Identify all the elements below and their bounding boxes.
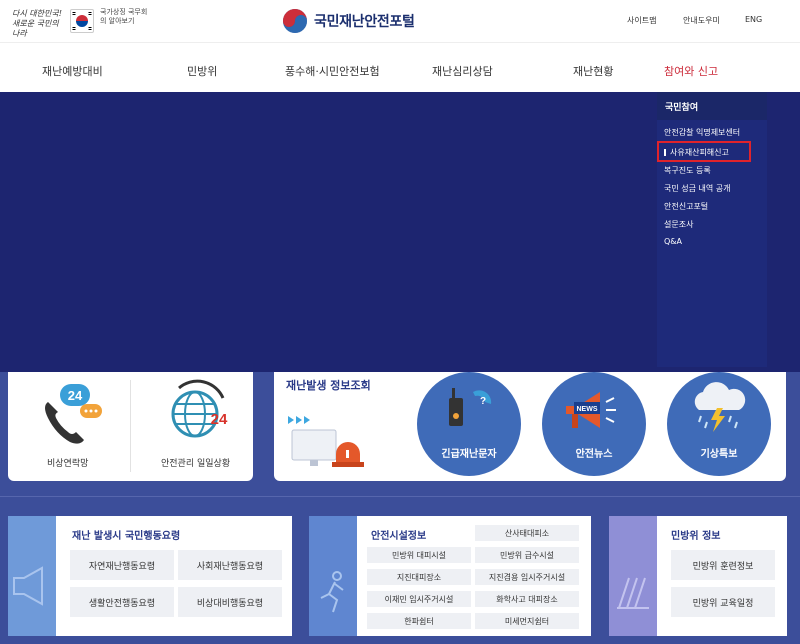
guide-link[interactable]: 안내도우미 (683, 15, 720, 26)
water-supply-facility-button[interactable]: 민방위 급수시설 (475, 547, 579, 563)
participation-submenu: 국민참여 안전감찰 익명제보센터 사유재산피해신고 복구진도 등록 국민 성금 … (657, 92, 767, 367)
nav-participation-report[interactable]: 참여와 신고 (664, 63, 718, 79)
walkie-talkie-icon: ? (449, 388, 492, 426)
facility-info-side (309, 516, 357, 636)
slogan-line-2: 새로운 국민의 나라 (12, 19, 59, 38)
svg-text:24: 24 (68, 388, 83, 403)
storm-cloud-icon (694, 382, 746, 432)
english-link[interactable]: ENG (745, 15, 762, 24)
svg-text:NEWS: NEWS (577, 406, 598, 413)
natural-disaster-guide-button[interactable]: 자연재난행동요령 (70, 550, 174, 580)
svg-text:24: 24 (211, 411, 228, 428)
nav-disaster-prevention[interactable]: 재난예방대비 (42, 63, 103, 79)
national-symbol-link[interactable]: 국가상징 국무회의 알아보기 (100, 8, 150, 26)
emergency-text-button[interactable]: ? 긴급재난문자 (417, 372, 521, 476)
stripes-icon (617, 577, 649, 609)
action-guide-side (8, 516, 56, 636)
megaphone-news-icon: NEWS (566, 392, 616, 428)
action-guide-title: 재난 발생시 국민행동요령 (72, 531, 181, 542)
submenu-item-anonymous-report[interactable]: 안전감찰 익명제보센터 (664, 127, 740, 138)
disaster-info-card: 재난발생 정보조회 ? 긴급재난문자 NEWS 안전뉴스 기상특보 (274, 372, 786, 481)
social-disaster-guide-button[interactable]: 사회재난행동요령 (178, 550, 282, 580)
nav-disaster-status[interactable]: 재난현황 (573, 63, 613, 79)
disaster-info-title: 재난발생 정보조회 (286, 379, 371, 392)
civil-defense-shelter-button[interactable]: 민방위 대피시설 (367, 547, 471, 563)
weather-warning-button[interactable]: 기상특보 (667, 372, 771, 476)
life-safety-guide-button[interactable]: 생활안전행동요령 (70, 587, 174, 617)
site-title: 국민재난안전포털 (314, 14, 415, 30)
site-header: 다시 대한민국! 새로운 국민의 나라 국가상징 국무회의 알아보기 국민재난안… (0, 0, 800, 42)
submenu-item-donation-disclosure[interactable]: 국민 성금 내역 공개 (664, 183, 731, 194)
section-divider (0, 496, 800, 497)
submenu-item-safety-report-portal[interactable]: 안전신고포털 (664, 201, 708, 212)
safety-news-label: 안전뉴스 (575, 449, 613, 460)
civil-defense-title: 민방위 정보 (671, 531, 721, 542)
cold-wave-shelter-button[interactable]: 한파쉼터 (367, 613, 471, 629)
submenu-item-survey[interactable]: 설문조사 (664, 219, 693, 230)
svg-text:?: ? (480, 396, 486, 407)
main-nav: 재난예방대비 민방위 풍수해·시민안전보험 재난심리상담 재난현황 참여와 신고 (0, 42, 800, 92)
quick-links-card: 24 비상연락망 24 안전관리 일일상황 (8, 372, 253, 481)
taegukgi-icon[interactable] (70, 9, 94, 33)
sitemap-link[interactable]: 사이트맵 (627, 15, 656, 26)
globe-24-icon: 24 (171, 379, 228, 438)
civil-defense-card: 민방위 정보 민방위 훈련정보 민방위 교육일정 (609, 516, 787, 636)
submenu-item-qna[interactable]: Q&A (664, 237, 682, 246)
submenu-heading: 국민참여 (657, 92, 767, 120)
daily-safety-status-button[interactable]: 24 안전관리 일일상황 (131, 372, 253, 481)
facility-info-card: 안전시설정보 산사태대피소 민방위 대피시설 민방위 급수시설 지진대피장소 지… (309, 516, 591, 636)
emergency-prep-guide-button[interactable]: 비상대비행동요령 (178, 587, 282, 617)
training-info-button[interactable]: 민방위 훈련정보 (671, 550, 775, 580)
emergency-contact-label: 비상연락망 (47, 459, 89, 469)
monitor-alarm-icon (288, 416, 364, 467)
earthquake-housing-button[interactable]: 지진겸용 임시주거시설 (475, 569, 579, 585)
nav-civil-defense[interactable]: 민방위 (187, 63, 217, 79)
chemical-accident-shelter-button[interactable]: 화학사고 대피장소 (475, 591, 579, 607)
emergency-text-label: 긴급재난문자 (441, 449, 497, 460)
safety-news-button[interactable]: NEWS 안전뉴스 (542, 372, 646, 476)
victim-housing-button[interactable]: 이재민 임시주거시설 (367, 591, 471, 607)
site-logo[interactable]: 국민재난안전포털 (282, 8, 415, 34)
landslide-shelter-button[interactable]: 산사태대피소 (475, 525, 579, 541)
nav-storm-flood-insurance[interactable]: 풍수해·시민안전보험 (285, 63, 380, 79)
emergency-contact-button[interactable]: 24 비상연락망 (8, 372, 130, 481)
daily-safety-status-label: 안전관리 일일상황 (161, 459, 231, 469)
earthquake-evacuation-button[interactable]: 지진대피장소 (367, 569, 471, 585)
running-person-icon (320, 571, 344, 613)
education-schedule-button[interactable]: 민방위 교육일정 (671, 587, 775, 617)
loudspeaker-icon (13, 566, 43, 606)
phone-24-icon: 24 (45, 384, 102, 444)
action-guide-card: 재난 발생시 국민행동요령 자연재난행동요령 사회재난행동요령 생활안전행동요령… (8, 516, 292, 636)
submenu-item-recovery-progress[interactable]: 복구진도 등록 (664, 165, 711, 176)
fine-dust-shelter-button[interactable]: 미세먼지쉼터 (475, 613, 579, 629)
slogan-line-1: 다시 대한민국! (12, 9, 62, 18)
civil-defense-side (609, 516, 657, 636)
slogan: 다시 대한민국! 새로운 국민의 나라 (12, 9, 68, 39)
government-emblem-icon (283, 9, 307, 33)
nav-disaster-counseling[interactable]: 재난심리상담 (432, 63, 493, 79)
highlight-box (657, 141, 751, 162)
weather-warning-label: 기상특보 (700, 449, 738, 460)
facility-info-title: 안전시설정보 (371, 531, 427, 542)
